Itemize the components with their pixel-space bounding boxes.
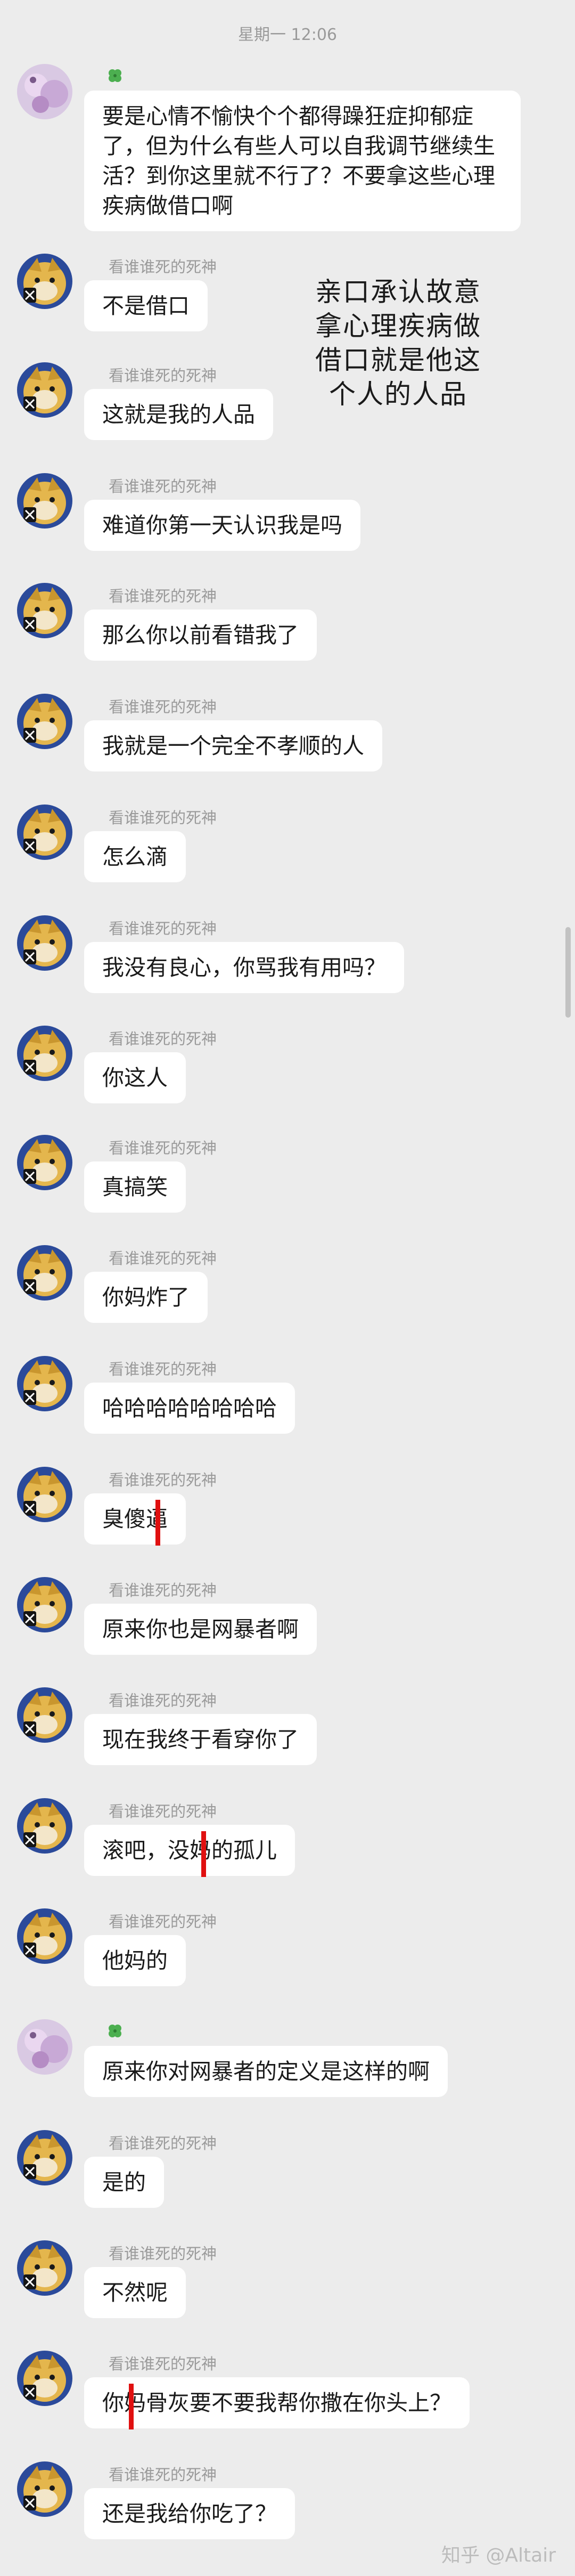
- message-bubble[interactable]: 要是心情不愉快个个都得躁狂症抑郁症了，但为什么有些人可以自我调节继续生活？到你这…: [84, 91, 521, 231]
- annotation-line: 个人的人品: [329, 379, 467, 410]
- sender-name: 看谁谁死的死神: [109, 1360, 217, 1378]
- message-bubble[interactable]: 还是我给你吃了？: [84, 2488, 295, 2539]
- avatar[interactable]: [17, 805, 72, 860]
- message-bubble[interactable]: 这就是我的人品: [84, 389, 273, 440]
- message-bubble[interactable]: 哈哈哈哈哈哈哈哈: [84, 1383, 295, 1434]
- message-bubble[interactable]: 你这人: [84, 1052, 186, 1103]
- sender-name: 看谁谁死的死神: [109, 1581, 217, 1599]
- message-bubble[interactable]: 现在我终于看穿你了: [84, 1714, 317, 1765]
- sender-name: 看谁谁死的死神: [109, 2355, 217, 2373]
- sender-name: 看谁谁死的死神: [109, 2466, 217, 2484]
- sender-name: 看谁谁死的死神: [109, 1692, 217, 1710]
- red-mark: [201, 1831, 206, 1877]
- avatar[interactable]: [17, 473, 72, 529]
- avatar[interactable]: [17, 1577, 72, 1632]
- message-bubble[interactable]: 臭傻逼: [84, 1493, 186, 1545]
- message-bubble[interactable]: 滚吧，没妈的孤儿: [84, 1825, 295, 1876]
- avatar[interactable]: [17, 915, 72, 971]
- message-bubble[interactable]: 我没有良心，你骂我有用吗？: [84, 942, 404, 993]
- red-mark: [129, 2384, 134, 2429]
- sender-name: 看谁谁死的死神: [109, 1471, 217, 1489]
- sender-name: 看谁谁死的死神: [109, 1802, 217, 1821]
- sender-name: 看谁谁死的死神: [109, 587, 217, 605]
- avatar[interactable]: [17, 1908, 72, 1964]
- avatar[interactable]: [17, 583, 72, 638]
- sender-name: 看谁谁死的死神: [109, 698, 217, 716]
- annotation-overlay: 亲口承认故意 拿心理疾病做 借口就是他这 个人的人品: [308, 275, 489, 411]
- avatar[interactable]: [17, 2019, 72, 2075]
- avatar[interactable]: [17, 254, 72, 309]
- avatar[interactable]: [17, 1798, 72, 1854]
- sender-name: 看谁谁死的死神: [109, 1030, 217, 1048]
- red-mark: [155, 1500, 160, 1546]
- message-bubble[interactable]: 原来你也是网暴者啊: [84, 1604, 317, 1655]
- sender-name: 看谁谁死的死神: [109, 1249, 217, 1267]
- sender-name: 看谁谁死的死神: [109, 477, 217, 495]
- avatar[interactable]: [17, 1135, 72, 1190]
- sender-name: 看谁谁死的死神: [109, 809, 217, 827]
- sender-name: 看谁谁死的死神: [109, 1139, 217, 1157]
- avatar[interactable]: [17, 2130, 72, 2185]
- sender-name: 看谁谁死的死神: [109, 2245, 217, 2263]
- message-bubble[interactable]: 不是借口: [84, 280, 208, 331]
- message-bubble[interactable]: 我就是一个完全不孝顺的人: [84, 720, 382, 771]
- avatar[interactable]: [17, 64, 72, 119]
- annotation-line: 亲口承认故意: [315, 277, 481, 307]
- avatar[interactable]: [17, 1026, 72, 1081]
- annotation-line: 借口就是他这: [315, 345, 481, 376]
- timestamp: 星期一 12:06: [238, 26, 337, 44]
- message-bubble[interactable]: 原来你对网暴者的定义是这样的啊: [84, 2046, 448, 2097]
- scrollbar[interactable]: [565, 927, 571, 1018]
- avatar[interactable]: [17, 1356, 72, 1411]
- avatar[interactable]: [17, 362, 72, 418]
- avatar[interactable]: [17, 694, 72, 749]
- sender-name: 看谁谁死的死神: [109, 1913, 217, 1931]
- sender-name: 看谁谁死的死神: [109, 2134, 217, 2152]
- annotation-line: 拿心理疾病做: [315, 311, 481, 342]
- avatar[interactable]: [17, 2461, 72, 2517]
- sender-name: 看谁谁死的死神: [109, 920, 217, 938]
- sender-name: 看谁谁死的死神: [109, 367, 217, 385]
- avatar[interactable]: [17, 2351, 72, 2406]
- message-bubble[interactable]: 真搞笑: [84, 1161, 186, 1213]
- avatar[interactable]: [17, 1687, 72, 1743]
- message-bubble[interactable]: 你妈骨灰要不要我帮你撒在你头上？: [84, 2377, 470, 2428]
- sender-name: 看谁谁死的死神: [109, 258, 217, 276]
- message-bubble[interactable]: 那么你以前看错我了: [84, 610, 317, 661]
- avatar[interactable]: [17, 2240, 72, 2296]
- watermark: 知乎 @Altair: [441, 2545, 556, 2566]
- message-bubble[interactable]: 难道你第一天认识我是吗: [84, 500, 360, 551]
- message-bubble[interactable]: 不然呢: [84, 2267, 186, 2318]
- clover-icon: [106, 2022, 124, 2042]
- message-bubble[interactable]: 你妈炸了: [84, 1272, 208, 1323]
- avatar[interactable]: [17, 1467, 72, 1522]
- avatar[interactable]: [17, 1245, 72, 1301]
- clover-icon: [106, 67, 124, 86]
- message-bubble[interactable]: 他妈的: [84, 1935, 186, 1986]
- message-bubble[interactable]: 是的: [84, 2157, 164, 2208]
- message-bubble[interactable]: 怎么滴: [84, 831, 186, 882]
